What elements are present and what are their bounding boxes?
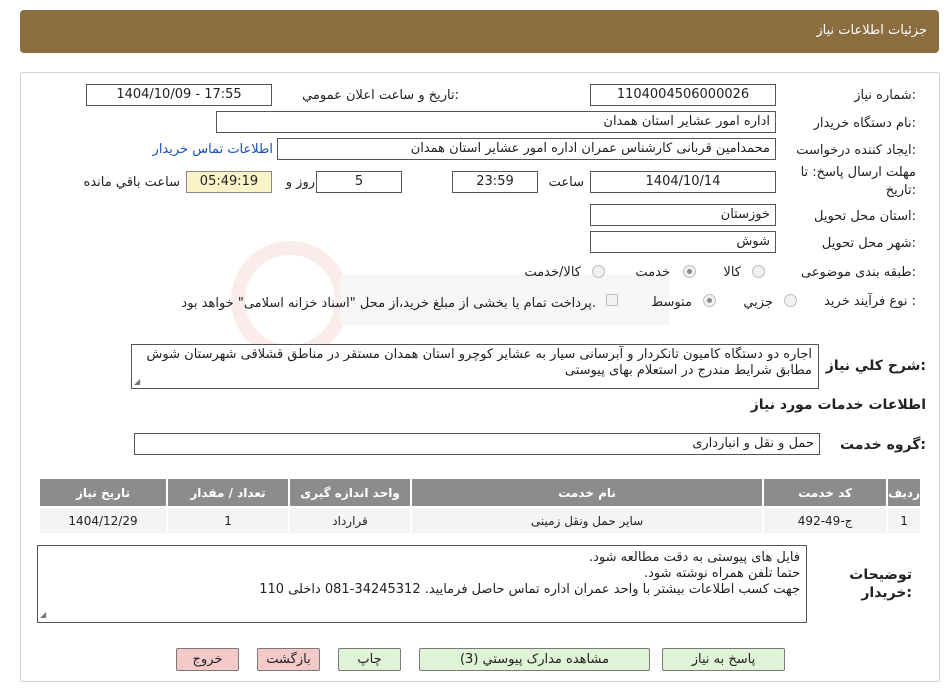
col-service-code: کد خدمت [764,479,887,506]
process-medium-label: متوسط [651,295,692,310]
cell-need-date: 1404/12/29 [40,508,167,533]
reply-button[interactable]: پاسخ به نیاز [662,648,785,671]
services-table: تاريخ نياز تعداد / مقدار واحد اندازه گير… [38,477,922,535]
process-radio-medium[interactable] [703,294,716,307]
category-goods-service-label: کالا/خدمت [524,265,581,280]
exit-button[interactable]: خروج [176,648,239,671]
remaining-days-field: 5 [316,171,402,193]
description-textarea[interactable]: اجاره دو دستگاه کامیون تانکردار و آبرسان… [131,344,819,389]
services-table-header: تاريخ نياز تعداد / مقدار واحد اندازه گير… [40,479,920,506]
deadline-label-date: تاریخ: [885,183,916,198]
buyer-notes-label: توضیحات [849,567,912,583]
treasury-payment-checkbox[interactable] [606,294,618,306]
deadline-time-field: 23:59 [452,171,538,193]
col-quantity: تعداد / مقدار [168,479,289,506]
need-number-label: شماره نیاز: [854,88,916,103]
resize-grip-icon[interactable]: ◢ [134,378,142,386]
col-service-name: نام خدمت [412,479,763,506]
buyer-notes-label-2: خریدار: [861,585,912,601]
requester-field: محمدامین قربانی کارشناس عمران اداره امور… [277,138,776,160]
print-button[interactable]: چاپ [338,648,401,671]
service-group-label: گروه خدمت: [840,437,926,453]
remaining-time-label: ساعت باقي مانده [83,175,180,190]
need-number-field: 1104004506000026 [590,84,776,106]
buyer-note-line: فایل های پیوستی به دقت مطالعه شود. [588,550,800,565]
city-label: شهر محل تحویل: [821,236,916,251]
announce-date-label: تاریخ و ساعت اعلان عمومي: [302,88,459,103]
description-label: شرح كلي نياز: [825,358,926,374]
back-button[interactable]: بازگشت [257,648,320,671]
province-label: استان محل تحویل: [814,209,916,224]
days-label: روز و [285,175,315,190]
buyer-org-field: اداره امور عشایر استان همدان [216,111,776,133]
process-type-label: نوع فرآیند خرید : [824,294,916,309]
col-unit: واحد اندازه گيری [290,479,411,506]
deadline-date-field: 1404/10/14 [590,171,776,193]
category-label: طبقه بندی موضوعی: [800,265,916,280]
description-text: اجاره دو دستگاه کامیون تانکردار و آبرسان… [146,347,812,378]
services-section-title: اطلاعات خدمات مورد نیاز [750,397,926,413]
province-field: خوزستان [590,204,776,226]
service-group-field: حمل و نقل و انبارداری [134,433,820,455]
deadline-label: مهلت ارسال پاسخ: تا [800,165,916,180]
remaining-time-field: 05:49:19 [186,171,272,193]
deadline-time-label: ساعت [548,175,584,190]
table-row: 1404/12/29 1 قرارداد سایر حمل ونقل زمینی… [40,508,920,533]
page-header: جزئیات اطلاعات نیاز [20,10,939,53]
process-radio-minor[interactable] [784,294,797,307]
cell-row-number: 1 [888,508,920,533]
category-radio-service[interactable] [683,265,696,278]
process-minor-label: جزيي [743,295,773,310]
cell-unit: قرارداد [290,508,411,533]
cell-quantity: 1 [168,508,289,533]
col-row: رديف [888,479,920,506]
category-radio-goods-service[interactable] [592,265,605,278]
city-field: شوش [590,231,776,253]
col-need-date: تاريخ نياز [40,479,167,506]
requester-label: ایجاد کننده درخواست: [796,143,916,158]
buyer-note-line: جهت کسب اطلاعات بیشتر با واحد عمران ادار… [259,582,800,597]
contact-buyer-link[interactable]: اطلاعات تماس خریدار [153,142,273,157]
category-radio-goods[interactable] [752,265,765,278]
cell-service-name: سایر حمل ونقل زمینی [412,508,763,533]
category-goods-label: کالا [723,265,741,280]
announce-date-field: 1404/10/09 - 17:55 [86,84,272,106]
buyer-org-label: نام دستگاه خریدار: [813,116,916,131]
page-title: جزئیات اطلاعات نیاز [816,23,927,38]
view-attachments-button[interactable]: مشاهده مدارک پیوستي (3) [419,648,650,671]
treasury-payment-note: پرداخت تمام یا بخشی از مبلغ خرید،از محل … [181,296,596,311]
category-service-label: خدمت [635,265,670,280]
resize-grip-icon[interactable]: ◢ [40,611,48,619]
cell-service-code: ج-49-492 [764,508,887,533]
buyer-note-line: حتما تلفن همراه نوشته شود. [644,566,800,581]
buyer-notes-textarea[interactable]: فایل های پیوستی به دقت مطالعه شود. حتما … [37,545,807,623]
